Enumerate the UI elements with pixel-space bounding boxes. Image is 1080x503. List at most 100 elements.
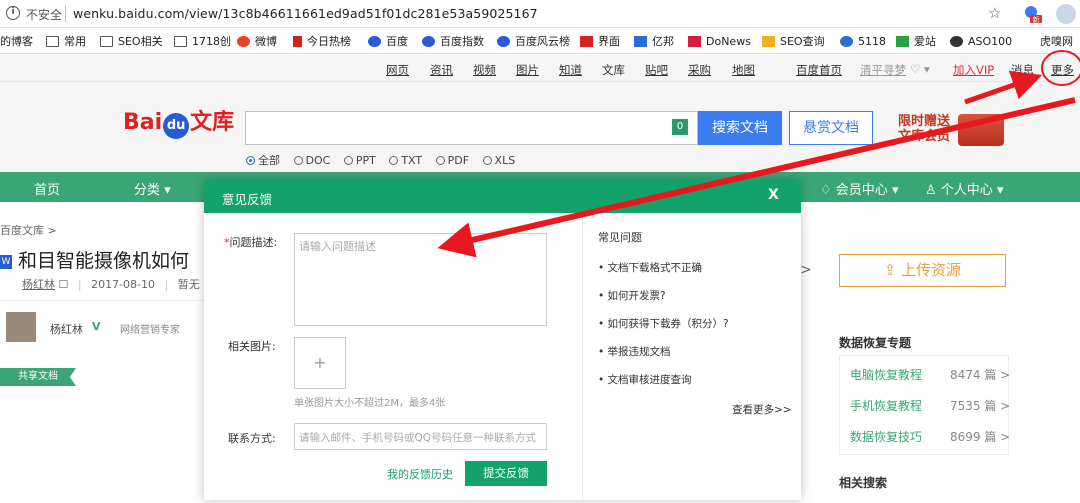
nav-member-center[interactable]: ♢ 会员中心 ▾: [820, 179, 898, 198]
faq-item[interactable]: • 文档下载格式不正确: [598, 260, 702, 275]
nav-link[interactable]: 地图: [732, 62, 755, 78]
vip-promo[interactable]: 限时赠送 文库会员: [898, 114, 950, 144]
bookmark-star-icon[interactable]: ☆: [988, 4, 1001, 22]
image-upload-button[interactable]: +: [294, 337, 346, 389]
nav-category[interactable]: 分类 ▾: [134, 179, 171, 198]
bookmark-item[interactable]: 5118: [840, 33, 886, 49]
submit-feedback-button[interactable]: 提交反馈: [465, 461, 547, 486]
faq-item[interactable]: • 如何开发票?: [598, 288, 666, 303]
type-radio-ppt[interactable]: PPT: [343, 154, 376, 167]
chevron-down-icon: ▾: [164, 183, 171, 198]
topic-count: 8699 篇 >: [950, 430, 1011, 444]
topic-count: 8474 篇 >: [950, 368, 1011, 382]
search-docs-button[interactable]: 搜索文档: [698, 111, 782, 145]
extension-icon[interactable]: 新: [1022, 4, 1042, 24]
topic-link[interactable]: 手机恢复教程: [850, 397, 922, 414]
baidu-paw-icon: du: [163, 113, 190, 139]
nav-link[interactable]: 知道: [559, 62, 582, 78]
doc-date: 2017-08-10: [91, 278, 156, 291]
image-hint: 单张图片大小不超过2M，最多4张: [294, 398, 446, 409]
contact-input[interactable]: 请输入邮件、手机号码或QQ号码任意一种联系方式: [294, 423, 547, 450]
faq-item[interactable]: • 文档审核进度查询: [598, 372, 692, 387]
info-icon[interactable]: i: [6, 6, 20, 20]
bookmark-item[interactable]: 百度风云榜: [497, 33, 570, 49]
extension-badge: 新: [1033, 15, 1040, 24]
bookmark-item[interactable]: 今日热榜: [293, 33, 351, 49]
feedback-history-link[interactable]: 我的反馈历史: [387, 466, 453, 482]
bookmark-item[interactable]: DoNews: [688, 33, 751, 49]
search-count-badge: 0: [672, 119, 688, 135]
folder-icon: [174, 35, 187, 47]
close-icon[interactable]: X: [768, 187, 779, 203]
bookmark-item[interactable]: 的博客: [0, 33, 33, 49]
radio-dot: [246, 155, 255, 165]
url-text[interactable]: wenku.baidu.com/view/13c8b46611661ed9ad5…: [73, 6, 538, 21]
faq-more-link[interactable]: 查看更多>>: [732, 402, 792, 417]
type-radio-xls[interactable]: XLS: [482, 154, 515, 167]
bookmark-item[interactable]: 1718创: [174, 33, 231, 49]
bookmark-item[interactable]: SEO相关: [100, 33, 163, 49]
nav-link[interactable]: 资讯: [430, 62, 453, 78]
wenku-logo[interactable]: Bai du 文库: [123, 104, 234, 139]
bookmark-item[interactable]: 界面: [580, 33, 620, 49]
type-radio-pdf[interactable]: PDF: [435, 154, 469, 167]
meta-divider: |: [164, 278, 169, 291]
bookmark-item[interactable]: 亿邦: [634, 33, 674, 49]
doc-meta-tail: 暂无: [177, 278, 200, 291]
nav-home[interactable]: 首页: [34, 179, 60, 198]
breadcrumb[interactable]: 百度文库 >: [0, 222, 57, 238]
doc-author-link[interactable]: 杨红林: [22, 278, 55, 291]
donews-icon: [688, 35, 701, 47]
modal-divider: [582, 213, 583, 503]
radio-dot: [343, 155, 353, 165]
user-icon: ♙: [925, 183, 937, 198]
join-vip-link[interactable]: 加入VIP: [953, 62, 994, 78]
bookmark-item[interactable]: 百度指数: [422, 33, 484, 49]
topic-link[interactable]: 数据恢复技巧: [850, 428, 922, 445]
baidu-home-link[interactable]: 百度首页: [796, 62, 842, 78]
nav-link[interactable]: 贴吧: [645, 62, 668, 78]
bookmark-item[interactable]: 爱站: [896, 33, 936, 49]
nav-link[interactable]: 视频: [473, 62, 496, 78]
bookmark-item[interactable]: 虎嗅网: [1040, 33, 1073, 49]
bookmark-item[interactable]: SEO查询: [762, 33, 825, 49]
5118-icon: [840, 35, 853, 47]
bookmark-item[interactable]: ASO100: [950, 33, 1012, 49]
faq-item[interactable]: • 如何获得下载券（积分）?: [598, 316, 729, 331]
problem-description-input[interactable]: 请输入问题描述: [294, 233, 547, 326]
folder-icon: [46, 35, 59, 47]
nav-personal-center[interactable]: ♙ 个人中心 ▾: [925, 179, 1003, 198]
type-radio-all[interactable]: 全部: [246, 152, 280, 168]
nav-link[interactable]: 图片: [516, 62, 539, 78]
profile-avatar[interactable]: [1056, 4, 1076, 24]
chevron-down-icon: ▾: [891, 183, 899, 198]
author-name[interactable]: 杨红林: [50, 321, 83, 337]
avatar[interactable]: [6, 312, 36, 342]
upload-resource-button[interactable]: ⇪ 上传资源: [839, 254, 1006, 287]
nav-link[interactable]: 文库: [602, 62, 625, 78]
bookmark-item[interactable]: 微博: [237, 33, 277, 49]
topic-link[interactable]: 电脑恢复教程: [850, 366, 922, 383]
nav-link[interactable]: 采购: [688, 62, 711, 78]
type-radio-doc[interactable]: DOC: [293, 154, 330, 167]
chevron-down-icon: ▾: [996, 183, 1004, 198]
baidu-paw-icon: [368, 35, 381, 47]
topic-title: 数据恢复专题: [839, 336, 912, 350]
bookmark-item[interactable]: 百度: [368, 33, 408, 49]
address-bar[interactable]: i 不安全 wenku.baidu.com/view/13c8b46611661…: [0, 0, 1080, 28]
verified-icon: V: [92, 320, 101, 333]
nav-link[interactable]: 网页: [386, 62, 409, 78]
user-name[interactable]: 清平寻梦: [860, 62, 906, 78]
radio-dot: [482, 155, 492, 165]
reward-docs-button[interactable]: 悬赏文档: [789, 111, 873, 145]
type-radio-txt[interactable]: TXT: [389, 154, 422, 167]
modal-title: 意见反馈: [222, 192, 273, 207]
contact-label: 联系方式:: [228, 432, 276, 445]
faq-item[interactable]: • 举报违规文档: [598, 344, 671, 359]
chevron-right-icon[interactable]: >: [800, 262, 812, 278]
messages-link[interactable]: 消息: [1011, 62, 1034, 78]
more-link[interactable]: 更多: [1051, 62, 1074, 78]
bookmark-item[interactable]: 常用: [46, 33, 86, 49]
doc-type-filter: 全部 DOC PPT TXT PDF XLS: [246, 152, 525, 168]
search-input[interactable]: [245, 111, 698, 145]
